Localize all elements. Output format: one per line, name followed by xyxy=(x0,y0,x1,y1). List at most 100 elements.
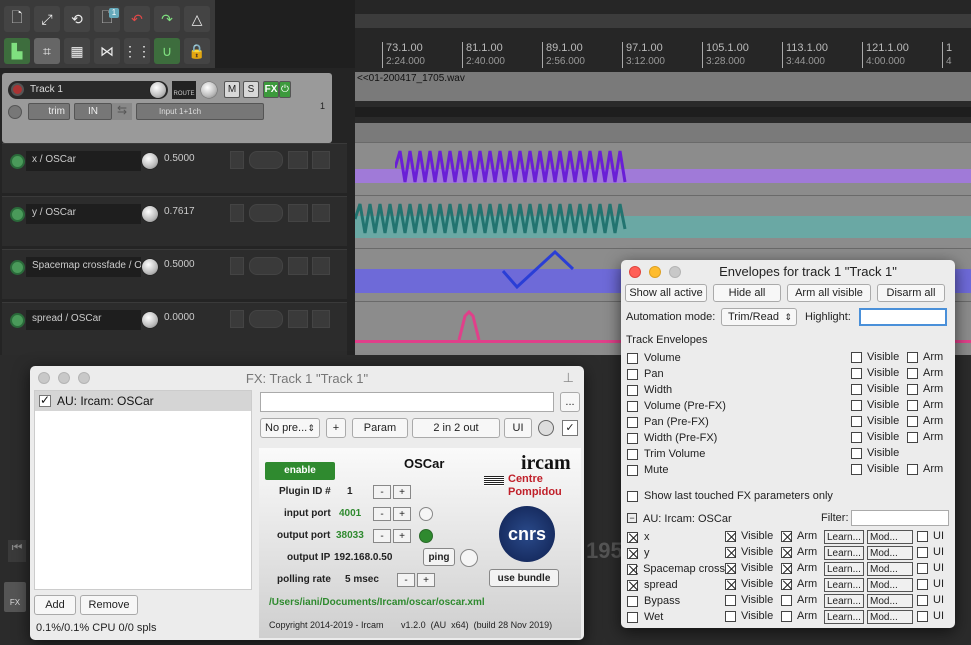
mute-button[interactable]: M xyxy=(224,81,240,98)
visible-toggle[interactable]: Visible xyxy=(851,431,899,443)
fx-enable-checkbox[interactable] xyxy=(39,393,51,407)
envelope-checkbox[interactable] xyxy=(627,384,638,396)
fx-param-checkbox[interactable] xyxy=(627,531,638,543)
grid-snap-icon[interactable]: ⌗ xyxy=(34,38,60,64)
visible-checkbox[interactable] xyxy=(725,594,736,606)
item-group-icon[interactable]: ▦ xyxy=(64,38,90,64)
metronome-icon[interactable]: △ xyxy=(184,6,210,32)
arm-checkbox[interactable] xyxy=(907,351,918,363)
trim-button[interactable]: trim xyxy=(28,103,70,120)
ping-button[interactable]: ping xyxy=(423,548,455,566)
fx-bypass-icon[interactable]: ⏻ xyxy=(279,81,291,98)
arm-checkbox[interactable] xyxy=(907,415,918,427)
mod-button[interactable]: Mod... xyxy=(867,562,913,576)
minimize-window-icon[interactable] xyxy=(649,266,661,278)
envelope-row[interactable]: Width xyxy=(627,383,672,397)
fx-chain-item[interactable]: AU: Ircam: OSCar xyxy=(35,391,251,411)
mixer-fx-button[interactable]: FX xyxy=(4,582,26,612)
envelope-arm-icon[interactable] xyxy=(312,151,330,169)
grid-lines-icon[interactable]: ⋮⋮ xyxy=(123,38,151,64)
visible-checkbox[interactable] xyxy=(851,399,862,411)
add-fx-button[interactable]: Add xyxy=(34,595,76,615)
envelope-shape-icon[interactable] xyxy=(288,257,308,275)
arm-checkbox[interactable] xyxy=(781,530,792,542)
fx-param-checkbox[interactable] xyxy=(627,563,638,575)
remove-fx-button[interactable]: Remove xyxy=(80,595,138,615)
visible-checkbox[interactable] xyxy=(851,383,862,395)
envelope-checkbox[interactable] xyxy=(627,448,638,460)
collapse-icon[interactable]: − xyxy=(627,513,637,523)
audio-item[interactable]: <<01-200417_1705.wav xyxy=(355,72,971,142)
envelope-lane-header[interactable]: y / OSCar 0.7617 xyxy=(2,196,347,246)
visible-toggle[interactable]: Visible xyxy=(851,383,899,395)
visible-toggle[interactable]: Visible xyxy=(851,463,899,475)
fx-param-row[interactable]: Bypass xyxy=(627,594,680,608)
arm-toggle[interactable]: Arm xyxy=(781,578,817,590)
fx-param-row[interactable]: Spacemap cross xyxy=(627,562,725,576)
mod-button[interactable]: Mod... xyxy=(867,578,913,592)
zoom-window-icon[interactable] xyxy=(669,266,681,278)
visible-toggle[interactable]: Visible xyxy=(851,351,899,363)
envelope-row[interactable]: Volume (Pre-FX) xyxy=(627,399,726,413)
arm-checkbox[interactable] xyxy=(781,594,792,606)
input-port-decrement[interactable]: - xyxy=(373,507,391,521)
envelope-power-icon[interactable] xyxy=(230,204,244,222)
learn-button[interactable]: Learn... xyxy=(824,530,864,544)
envelope-value-knob[interactable] xyxy=(142,312,158,328)
visible-toggle[interactable]: Visible xyxy=(725,610,773,622)
ui-checkbox[interactable] xyxy=(917,610,928,622)
envelope-arm-icon[interactable] xyxy=(312,204,330,222)
arm-toggle[interactable]: Arm xyxy=(907,463,943,475)
output-port-decrement[interactable]: - xyxy=(373,529,391,543)
input-select[interactable]: Input 1+1ch xyxy=(136,103,264,120)
record-mode-icon[interactable]: ⇆ xyxy=(112,103,132,120)
timeline-ruler[interactable]: 73.1.00 2:24.000 81.1.00 2:40.000 89.1.00 2… xyxy=(355,0,971,72)
disarm-all-button[interactable]: Disarm all xyxy=(877,284,945,302)
fx-chain-list[interactable]: AU: Ircam: OSCar xyxy=(34,390,252,590)
mod-button[interactable]: Mod... xyxy=(867,530,913,544)
last-touched-row[interactable]: Show last touched FX parameters only xyxy=(627,489,833,503)
track-name-field[interactable]: Track 1 xyxy=(8,81,168,99)
enable-button[interactable]: enable xyxy=(265,462,335,480)
visible-checkbox[interactable] xyxy=(851,431,862,443)
ripple-edit-icon[interactable]: ▙ xyxy=(4,38,30,64)
envelope-shape-icon[interactable] xyxy=(288,310,308,328)
fx-bypass-checkbox[interactable]: ✓ xyxy=(562,420,578,436)
use-bundle-button[interactable]: use bundle xyxy=(489,569,559,587)
param-button[interactable]: Param xyxy=(352,418,408,438)
learn-button[interactable]: Learn... xyxy=(824,546,864,560)
arm-toggle[interactable]: Arm xyxy=(781,594,817,606)
visible-checkbox[interactable] xyxy=(851,367,862,379)
envelope-power-icon[interactable] xyxy=(230,310,244,328)
wet-knob[interactable] xyxy=(538,420,554,436)
arm-toggle[interactable]: Arm xyxy=(781,530,817,542)
fx-param-checkbox[interactable] xyxy=(627,611,638,623)
envelope-mode-icon[interactable] xyxy=(249,310,283,328)
mod-button[interactable]: Mod... xyxy=(867,594,913,608)
envelope-row[interactable]: Mute xyxy=(627,463,668,477)
snap-magnet-icon[interactable]: ∪ xyxy=(154,38,180,64)
visible-toggle[interactable]: Visible xyxy=(851,447,899,459)
open-icon[interactable]: ⤢ xyxy=(34,6,60,32)
visible-toggle[interactable]: Visible xyxy=(725,530,773,542)
ui-checkbox[interactable] xyxy=(917,594,928,606)
visible-checkbox[interactable] xyxy=(725,578,736,590)
input-monitor-button[interactable]: IN xyxy=(74,103,112,120)
polling-rate-increment[interactable]: + xyxy=(417,573,435,587)
ui-toggle[interactable]: UI xyxy=(917,562,944,574)
envelope-row[interactable]: Trim Volume xyxy=(627,447,705,461)
envelope-lane-header[interactable]: Spacemap crossfade / O 0.5000 xyxy=(2,249,347,299)
arm-toggle[interactable]: Arm xyxy=(907,383,943,395)
arm-toggle[interactable]: Arm xyxy=(907,367,943,379)
last-touched-checkbox[interactable] xyxy=(627,490,638,502)
arm-all-visible-button[interactable]: Arm all visible xyxy=(787,284,871,302)
pan-knob[interactable] xyxy=(201,82,217,98)
visible-toggle[interactable]: Visible xyxy=(725,562,773,574)
fx-window-titlebar[interactable]: FX: Track 1 "Track 1" ⊥ xyxy=(30,366,584,390)
envelope-arm-icon[interactable] xyxy=(312,257,330,275)
fx-param-row[interactable]: Wet xyxy=(627,610,663,624)
input-port-increment[interactable]: + xyxy=(393,507,411,521)
visible-checkbox[interactable] xyxy=(851,351,862,363)
hide-all-button[interactable]: Hide all xyxy=(713,284,781,302)
visible-checkbox[interactable] xyxy=(851,415,862,427)
